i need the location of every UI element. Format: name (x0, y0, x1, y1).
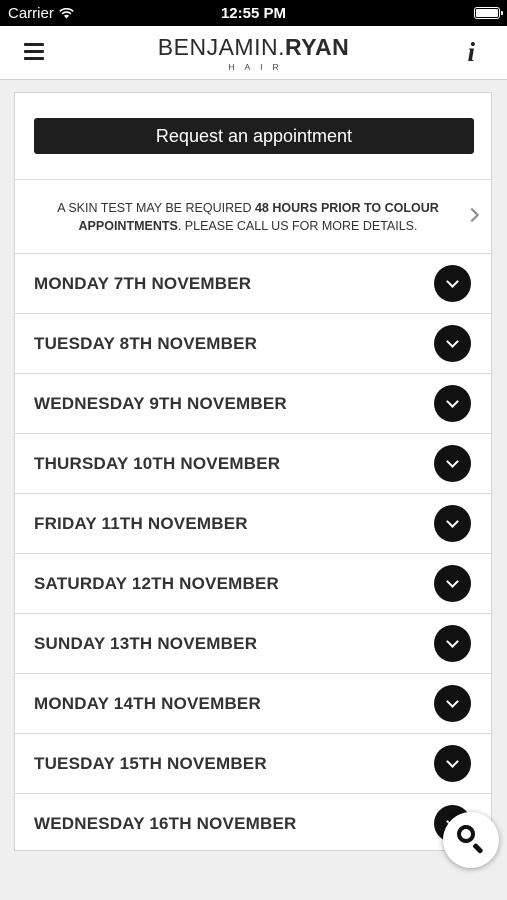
day-label: TUESDAY 15TH NOVEMBER (34, 754, 267, 773)
search-icon (457, 825, 475, 843)
logo-second-word: RYAN (284, 34, 350, 60)
chevron-down-icon[interactable] (434, 685, 471, 722)
status-time: 12:55 PM (220, 5, 287, 22)
day-label: MONDAY 14TH NOVEMBER (34, 694, 261, 713)
battery-icon (474, 7, 503, 19)
day-label: WEDNESDAY 16TH NOVEMBER (34, 814, 297, 833)
day-label: SATURDAY 12TH NOVEMBER (34, 574, 279, 593)
day-row[interactable]: WEDNESDAY 16TH NOVEMBER (15, 794, 491, 850)
logo-first-word: BENJAMIN. (157, 34, 285, 60)
day-label: THURSDAY 10TH NOVEMBER (34, 454, 281, 473)
day-label: FRIDAY 11TH NOVEMBER (34, 514, 248, 533)
appointments-card: Request an appointment A SKIN TEST MAY B… (14, 92, 492, 851)
day-label: MONDAY 7TH NOVEMBER (34, 274, 252, 293)
day-label: SUNDAY 13TH NOVEMBER (34, 634, 258, 653)
day-row[interactable]: THURSDAY 10TH NOVEMBER (15, 434, 491, 494)
navigation-bar: BENJAMIN.RYAN HAIR i (0, 26, 507, 80)
day-row[interactable]: TUESDAY 15TH NOVEMBER (15, 734, 491, 794)
day-row[interactable]: FRIDAY 11TH NOVEMBER (15, 494, 491, 554)
skin-test-notice[interactable]: A SKIN TEST MAY BE REQUIRED 48 HOURS PRI… (15, 180, 491, 254)
day-list: MONDAY 7TH NOVEMBER TUESDAY 8TH NOVEMBER W… (15, 254, 491, 850)
logo-subtitle: HAIR (228, 62, 289, 72)
chevron-down-icon[interactable] (434, 505, 471, 542)
day-row[interactable]: SUNDAY 13TH NOVEMBER (15, 614, 491, 674)
chevron-down-icon[interactable] (434, 385, 471, 422)
chevron-down-icon[interactable] (434, 325, 471, 362)
chevron-right-icon (464, 207, 480, 223)
brand-logo: BENJAMIN.RYAN HAIR (0, 35, 507, 72)
info-icon[interactable]: i (467, 37, 475, 68)
request-section: Request an appointment (15, 93, 491, 180)
day-row[interactable]: SATURDAY 12TH NOVEMBER (15, 554, 491, 614)
day-row[interactable]: TUESDAY 8TH NOVEMBER (15, 314, 491, 374)
chevron-down-icon[interactable] (434, 625, 471, 662)
chevron-down-icon[interactable] (434, 565, 471, 602)
day-label: WEDNESDAY 9TH NOVEMBER (34, 394, 287, 413)
search-button[interactable] (443, 812, 499, 868)
chevron-down-icon[interactable] (434, 445, 471, 482)
day-row[interactable]: MONDAY 14TH NOVEMBER (15, 674, 491, 734)
day-row[interactable]: WEDNESDAY 9TH NOVEMBER (15, 374, 491, 434)
day-row[interactable]: MONDAY 7TH NOVEMBER (15, 254, 491, 314)
day-label: TUESDAY 8TH NOVEMBER (34, 334, 258, 353)
chevron-down-icon[interactable] (434, 265, 471, 302)
status-bar: Carrier 12:55 PM (0, 0, 507, 26)
notice-text: A SKIN TEST MAY BE REQUIRED 48 HOURS PRI… (57, 200, 439, 233)
request-appointment-button[interactable]: Request an appointment (34, 118, 474, 154)
chevron-down-icon[interactable] (434, 745, 471, 782)
